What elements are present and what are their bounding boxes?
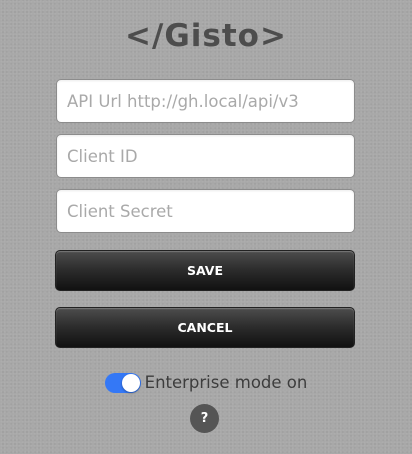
enterprise-mode-toggle[interactable] [104,373,141,393]
client-id-field[interactable] [56,134,355,178]
client-secret-field[interactable] [56,189,355,233]
enterprise-mode-label: Enterprise mode on [144,373,308,392]
cancel-button[interactable]: CANCEL [55,307,355,348]
save-button[interactable]: SAVE [55,250,355,291]
help-icon[interactable]: ? [190,404,219,433]
app-logo: </Gisto> [125,18,287,54]
enterprise-mode-row: Enterprise mode on [0,370,412,396]
toggle-knob [121,374,140,392]
api-url-field[interactable] [56,79,355,123]
